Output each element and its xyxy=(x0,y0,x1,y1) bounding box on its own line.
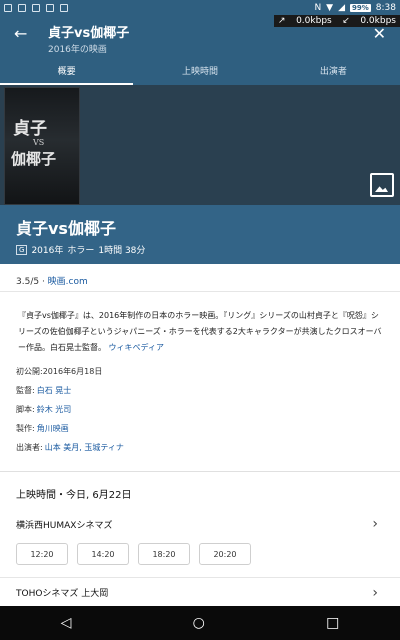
clock: 8:38 xyxy=(375,3,396,13)
fact-value-link[interactable]: 鈴木 光司 xyxy=(37,404,72,415)
theater-row[interactable]: 横浜西HUMAXシネマズ › xyxy=(0,509,400,539)
tab-showtimes[interactable]: 上映時間 xyxy=(133,56,266,85)
fact-producer: 製作: 角川映画 xyxy=(16,419,400,438)
notification-icon xyxy=(32,4,40,12)
photo-gallery-icon[interactable] xyxy=(370,173,394,197)
rating-source-link[interactable]: 映画.com xyxy=(48,277,88,287)
rating-row: 3.5/5 · 映画.com xyxy=(0,264,400,292)
movie-runtime: 1時間 38分 xyxy=(98,246,146,256)
rating-badge: G xyxy=(16,244,28,255)
showtime-chip[interactable]: 14:20 xyxy=(77,543,129,565)
poster-title-line2: 伽椰子 xyxy=(11,150,57,168)
facts-list: 初公開: 2016年6月18日 監督: 白石 晃士 脚本: 鈴木 光司 製作: … xyxy=(0,356,400,457)
notification-icon xyxy=(60,4,68,12)
signal-icon: ◢ xyxy=(338,3,346,13)
chevron-right-icon: › xyxy=(372,516,378,532)
showtime-chip[interactable]: 12:20 xyxy=(16,543,68,565)
wikipedia-link[interactable]: ウィキペディア xyxy=(109,343,164,352)
theater-name: 横浜西HUMAXシネマズ xyxy=(16,520,113,531)
upload-arrow-icon: ↗ xyxy=(278,16,286,26)
showtime-chip[interactable]: 20:20 xyxy=(199,543,251,565)
download-arrow-icon: ↙ xyxy=(342,16,350,26)
fact-label: 出演者: xyxy=(16,443,43,452)
fact-writer: 脚本: 鈴木 光司 xyxy=(16,400,400,419)
nav-recents-icon[interactable]: □ xyxy=(326,615,339,631)
fact-label: 監督: xyxy=(16,386,35,395)
description: 『貞子vs伽椰子』は、2016年制作の日本のホラー映画。『リング』シリーズの山村… xyxy=(0,292,400,356)
nav-back-icon[interactable]: ◁ xyxy=(61,615,72,631)
download-speed: 0.0kbps xyxy=(360,16,396,26)
notification-icons xyxy=(4,4,68,12)
rating-score: 3.5/5 xyxy=(16,277,40,287)
notification-icon xyxy=(4,4,12,12)
fact-value-link[interactable]: 白石 晃士 xyxy=(37,385,72,396)
net-speed-overlay: ↗ 0.0kbps ↙ 0.0kbps xyxy=(274,15,400,27)
fact-label: 脚本: xyxy=(16,405,35,414)
theater-name: TOHOシネマズ 上大岡 xyxy=(16,589,109,599)
showtime-chips: 12:20 14:20 18:20 20:20 xyxy=(0,539,400,565)
back-arrow-icon[interactable]: ← xyxy=(14,24,27,43)
status-bar: N ▼ ◢ 99% 8:38 xyxy=(0,0,400,16)
wifi-icon: ▼ xyxy=(326,3,334,13)
system-nav-bar: ◁ ○ □ xyxy=(0,606,400,640)
fact-label: 初公開: xyxy=(16,367,43,376)
app-bar-subtitle: 2016年の映画 xyxy=(48,45,107,55)
tab-cast[interactable]: 出演者 xyxy=(267,56,400,85)
chevron-right-icon: › xyxy=(372,584,378,601)
theater-row[interactable]: TOHOシネマズ 上大岡 › xyxy=(0,577,400,607)
notification-icon xyxy=(18,4,26,12)
movie-title-band: 貞子vs伽椰子 G 2016年 ホラー 1時間 38分 xyxy=(0,205,400,264)
fact-value-link[interactable]: 山本 美月, 玉城ティナ xyxy=(45,442,124,453)
fact-director: 監督: 白石 晃士 xyxy=(16,381,400,400)
tab-overview[interactable]: 概要 xyxy=(0,56,134,85)
movie-year: 2016年 xyxy=(31,246,64,256)
notification-icon xyxy=(46,4,54,12)
description-text: 『貞子vs伽椰子』は、2016年制作の日本のホラー映画。『リング』シリーズの山村… xyxy=(18,311,382,352)
fact-cast: 出演者: 山本 美月, 玉城ティナ xyxy=(16,438,400,457)
movie-genre: ホラー xyxy=(67,246,95,256)
showtime-chip[interactable]: 18:20 xyxy=(138,543,190,565)
hero-banner: 貞子 VS 伽椰子 xyxy=(0,85,400,205)
poster-title-line1: 貞子 xyxy=(13,119,47,139)
movie-meta: G 2016年 ホラー 1時間 38分 xyxy=(16,243,400,256)
fact-value-link[interactable]: 角川映画 xyxy=(37,423,69,434)
tab-bar: 概要 上映時間 出演者 xyxy=(0,56,400,85)
poster-title-vs: VS xyxy=(33,138,45,147)
movie-poster[interactable]: 貞子 VS 伽椰子 xyxy=(4,87,80,205)
fact-release: 初公開: 2016年6月18日 xyxy=(16,362,400,381)
fact-value: 2016年6月18日 xyxy=(42,367,103,376)
showtimes-header: 上映時間・今日, 6月22日 xyxy=(16,490,132,501)
nfc-icon: N xyxy=(314,3,322,13)
movie-title: 貞子vs伽椰子 xyxy=(16,219,116,238)
nav-home-icon[interactable]: ○ xyxy=(193,615,205,631)
upload-speed: 0.0kbps xyxy=(296,16,332,26)
battery-icon: 99% xyxy=(350,4,371,12)
fact-label: 製作: xyxy=(16,424,35,433)
app-bar-title: 貞子vs伽椰子 xyxy=(48,26,130,41)
